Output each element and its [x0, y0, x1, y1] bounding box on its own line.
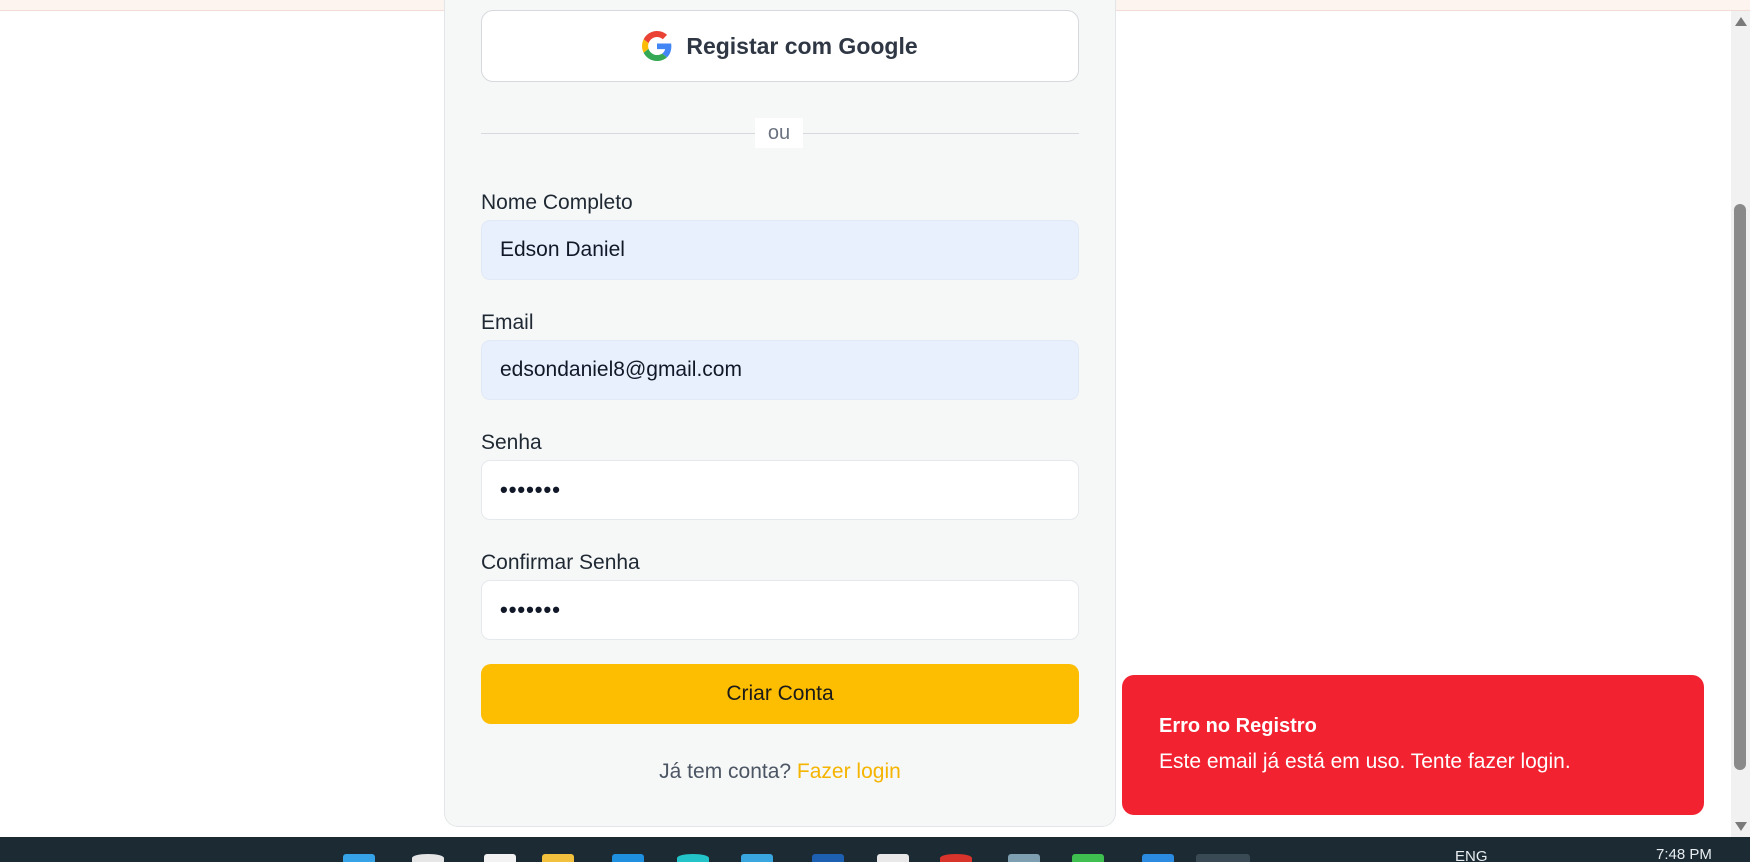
file-explorer-icon[interactable]	[542, 854, 574, 862]
scrollbar-thumb[interactable]	[1734, 204, 1746, 770]
app-mail-icon[interactable]	[1142, 854, 1174, 862]
task-view-icon[interactable]	[484, 854, 516, 862]
name-label: Nome Completo	[481, 191, 633, 214]
app-window-icon[interactable]	[1008, 854, 1040, 862]
app-green-icon[interactable]	[1072, 854, 1104, 862]
app-shield-icon[interactable]	[812, 854, 844, 862]
toast-message: Este email já está em uso. Tente fazer l…	[1159, 750, 1571, 773]
scroll-down-arrow-icon[interactable]	[1735, 822, 1747, 831]
login-prompt: Já tem conta? Fazer login	[481, 760, 1079, 784]
app-tool-icon[interactable]	[877, 854, 909, 862]
google-signup-label: Registar com Google	[686, 32, 918, 59]
app-media-icon[interactable]	[940, 854, 972, 862]
google-g-icon	[642, 31, 672, 61]
store-icon[interactable]	[612, 854, 644, 862]
app-icon[interactable]	[741, 854, 773, 862]
confirm-password-label: Confirmar Senha	[481, 551, 640, 574]
login-link[interactable]: Fazer login	[797, 760, 901, 783]
toast-title: Erro no Registro	[1159, 715, 1317, 737]
email-input[interactable]: edsondaniel8@gmail.com	[481, 340, 1079, 400]
google-signup-button[interactable]: Registar com Google	[481, 10, 1079, 82]
scroll-up-arrow-icon[interactable]	[1735, 17, 1747, 26]
start-icon[interactable]	[343, 854, 375, 862]
divider-text: ou	[755, 118, 803, 148]
login-prompt-text: Já tem conta?	[659, 760, 792, 783]
search-icon[interactable]	[412, 854, 444, 862]
password-label: Senha	[481, 431, 542, 454]
email-label: Email	[481, 311, 534, 334]
clock[interactable]: 7:48 PM	[1656, 846, 1712, 862]
name-input[interactable]: Edson Daniel	[481, 220, 1079, 280]
language-indicator[interactable]: ENG	[1455, 848, 1488, 862]
chrome-active-icon[interactable]	[1196, 854, 1250, 862]
browser-edge-icon[interactable]	[677, 854, 709, 862]
password-input[interactable]: •••••••	[481, 460, 1079, 520]
confirm-password-input[interactable]: •••••••	[481, 580, 1079, 640]
error-toast[interactable]: Erro no Registro Este email já está em u…	[1122, 675, 1704, 815]
create-account-button[interactable]: Criar Conta	[481, 664, 1079, 724]
